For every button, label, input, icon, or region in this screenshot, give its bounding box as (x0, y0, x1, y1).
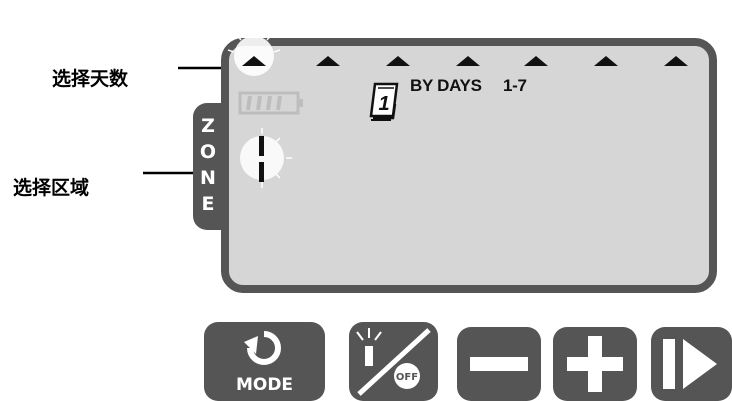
off-button[interactable]: OFF (349, 322, 438, 401)
day-marker[interactable] (524, 56, 548, 66)
minus-button[interactable] (457, 327, 541, 401)
zone-letter-n: N (200, 167, 216, 189)
day-markers (227, 28, 688, 76)
day-marker[interactable] (594, 56, 618, 66)
mode-text: BY DAYS (410, 76, 482, 95)
battery-icon (238, 91, 303, 115)
zone-digit (259, 136, 264, 156)
plus-button[interactable] (553, 327, 637, 401)
day-marker[interactable] (664, 56, 688, 66)
day-marker[interactable] (456, 56, 480, 66)
mode-button[interactable]: MODE (204, 322, 325, 401)
day-marker[interactable] (386, 56, 410, 66)
zone-letter-z: Z (201, 115, 215, 137)
mode-label: MODE (235, 375, 294, 395)
calendar-day-icon: 1 (369, 82, 399, 121)
zone-digit-flash (240, 128, 292, 188)
day-range: 1-7 (503, 76, 527, 95)
zone-letter-e: E (201, 193, 215, 215)
plus-icon (553, 327, 637, 401)
day-marker[interactable] (316, 56, 340, 66)
rotate-arrow-icon (244, 331, 281, 365)
off-label: OFF (396, 372, 418, 383)
zone-letter-o: O (199, 141, 217, 163)
sprinkler-off-icon: OFF (356, 328, 431, 396)
next-button[interactable] (651, 327, 732, 401)
select-zone-label: 选择区域 (13, 177, 90, 199)
minus-icon (470, 357, 528, 371)
select-days-label: 选择天数 (52, 68, 129, 90)
next-arrow-icon (663, 339, 717, 389)
calendar-digit: 1 (378, 93, 389, 115)
